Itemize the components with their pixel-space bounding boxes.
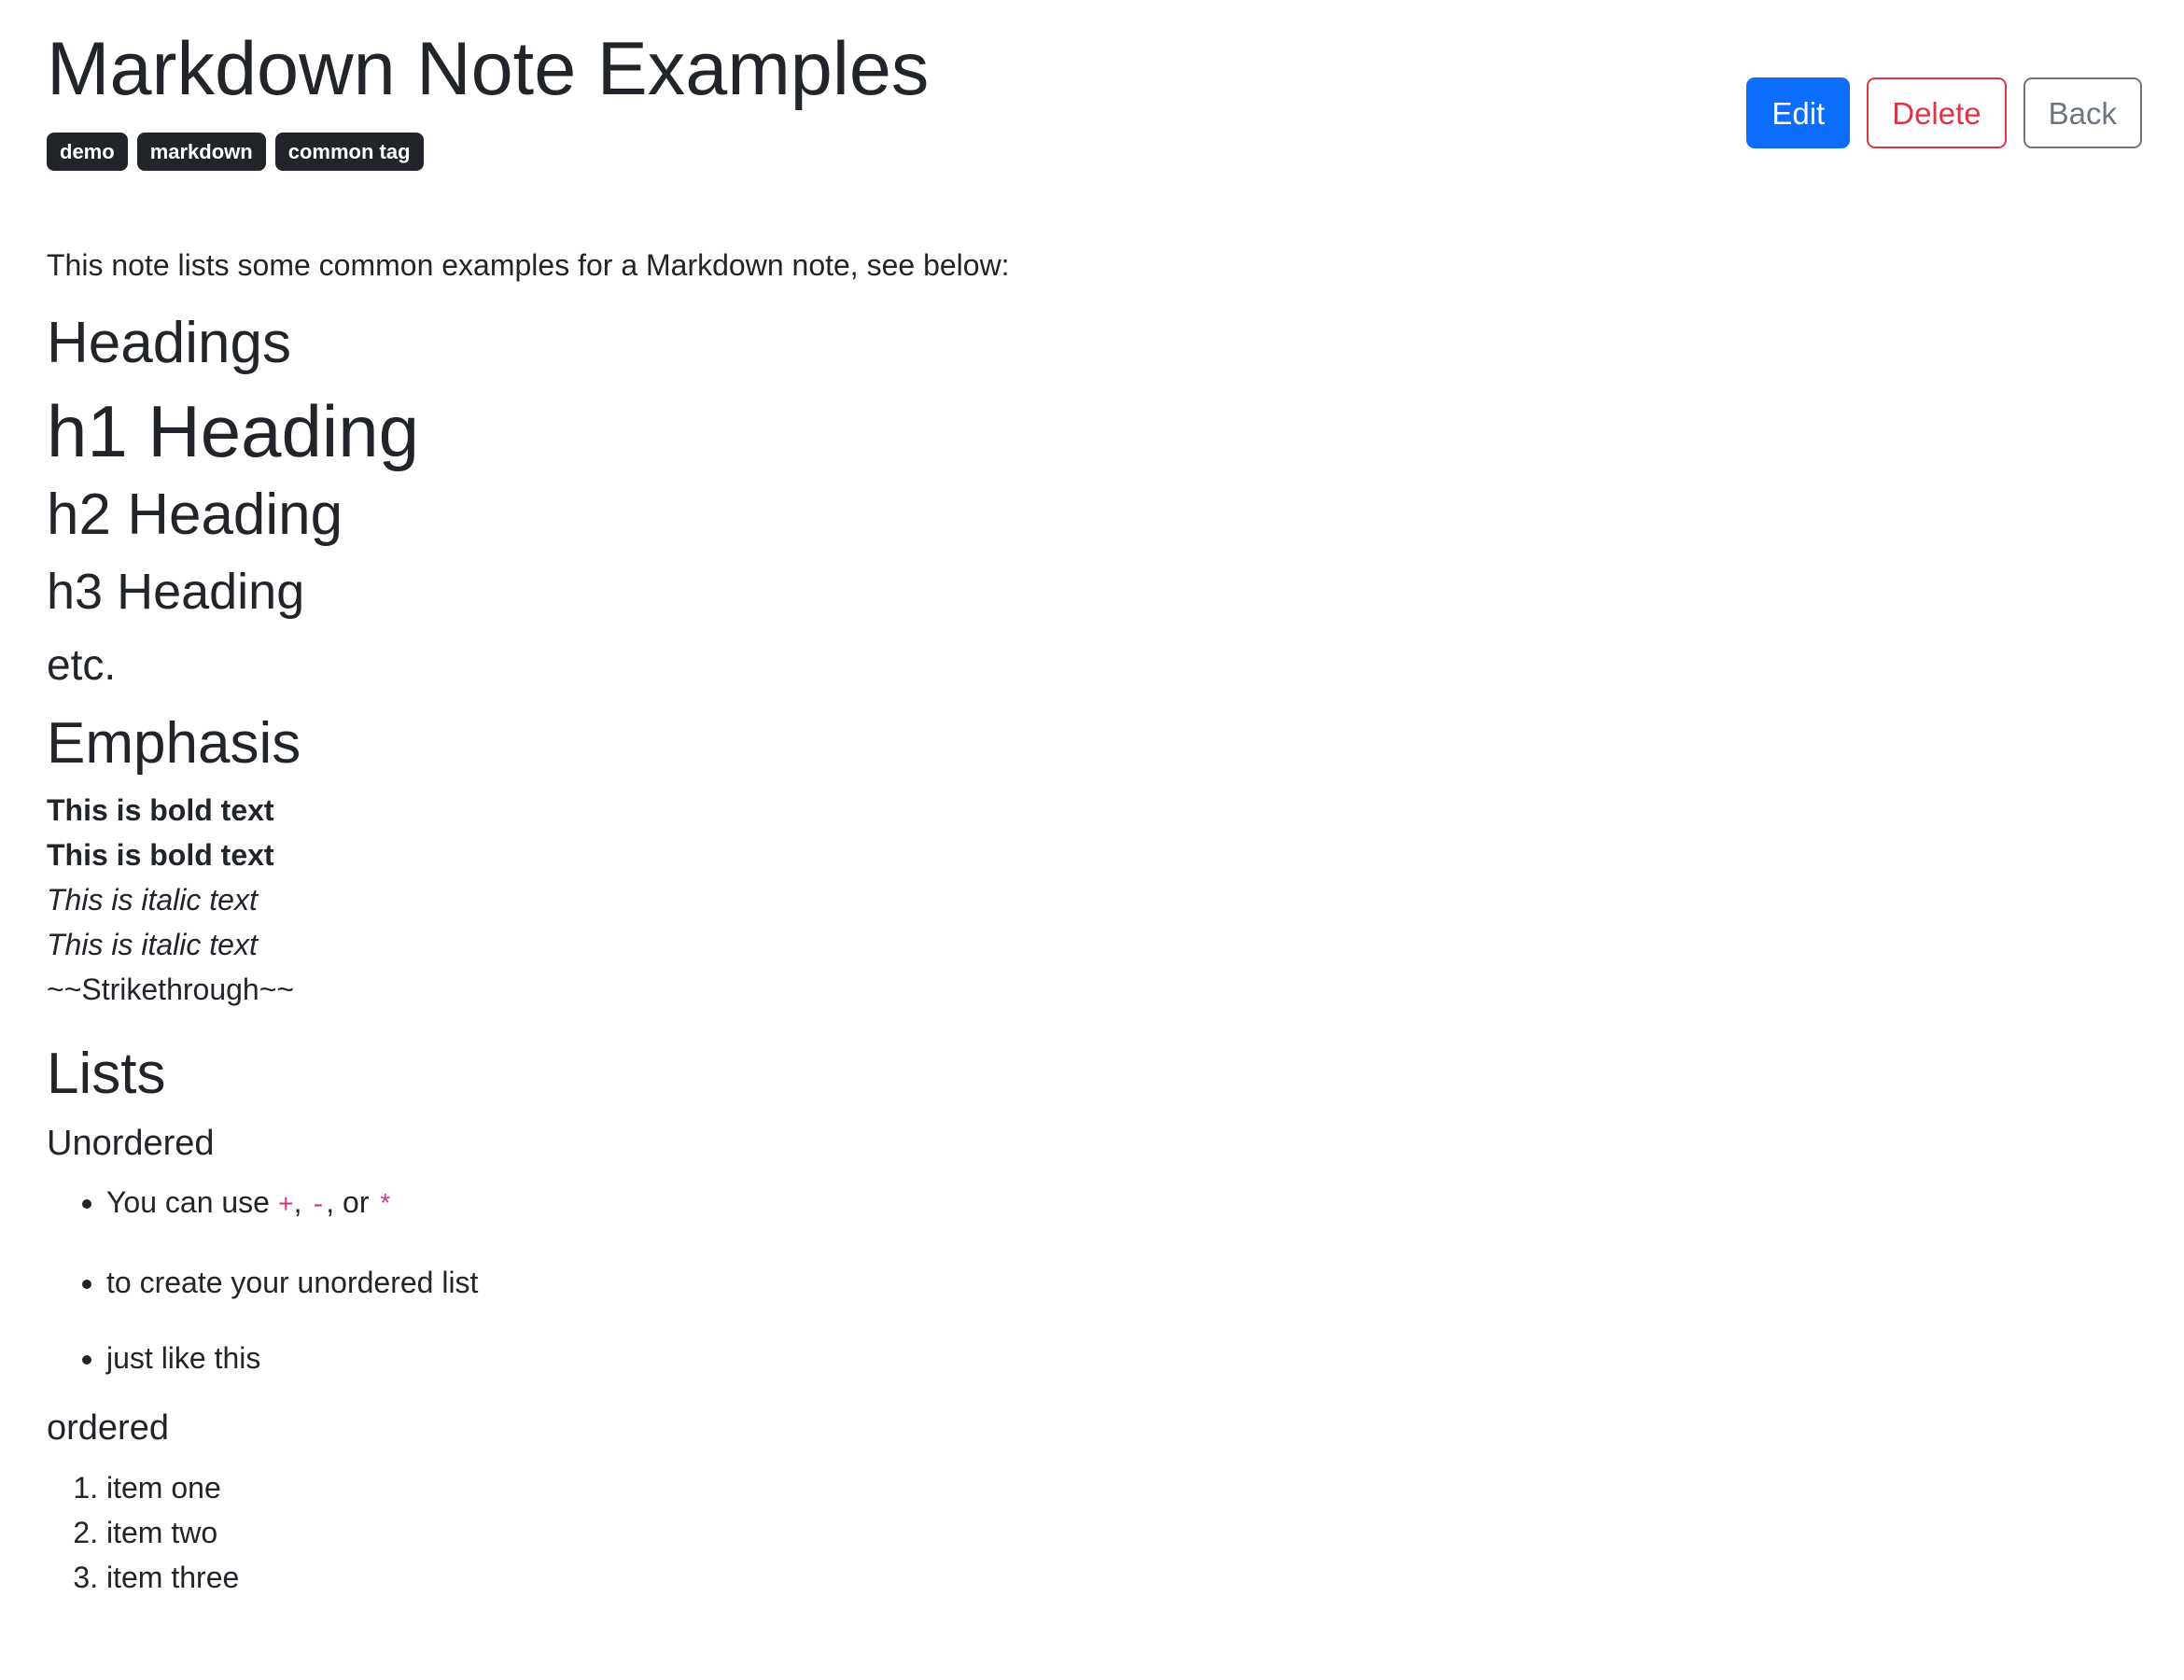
tag-badge: common tag: [274, 133, 424, 171]
separator-text: , or: [326, 1185, 378, 1220]
list-item-text: You can use: [106, 1185, 278, 1220]
bold-text: This is bold text: [47, 838, 274, 873]
list-item: item three: [106, 1555, 2142, 1600]
intro-text: This note lists some common examples for…: [47, 248, 1010, 282]
lists-section-title: Lists: [47, 1042, 166, 1107]
page-title: Markdown Note Examples: [47, 27, 930, 111]
back-button[interactable]: Back: [2023, 77, 2142, 148]
unordered-heading: Unordered: [47, 1123, 215, 1163]
ordered-list: item one item two item three: [47, 1465, 2142, 1600]
code-plus: +: [277, 1192, 294, 1222]
ordered-heading: ordered: [47, 1408, 169, 1449]
h1-example: h1 Heading: [47, 389, 419, 472]
separator-text: ,: [293, 1185, 311, 1220]
strikethrough-text: ~~Strikethrough~~: [47, 973, 295, 1007]
note-actions: Edit Delete Back: [1746, 77, 2142, 148]
code-star: *: [377, 1192, 394, 1222]
code-minus: -: [310, 1192, 327, 1222]
headings-section-title: Headings: [47, 311, 291, 376]
delete-button[interactable]: Delete: [1867, 77, 2007, 148]
tag-badge: markdown: [136, 133, 266, 171]
note-page: Markdown Note Examples demo markdown com…: [47, 0, 2142, 1600]
tag-badge: demo: [47, 133, 128, 171]
note-header: Markdown Note Examples demo markdown com…: [47, 0, 2142, 173]
etc-text: etc.: [47, 639, 117, 689]
list-item: to create your unordered list: [106, 1260, 2142, 1305]
h2-example: h2 Heading: [47, 483, 343, 548]
list-item: item two: [106, 1510, 2142, 1555]
emphasis-section-title: Emphasis: [47, 710, 301, 776]
note-content: This note lists some common examples for…: [47, 247, 2142, 1600]
list-item: You can use +, -, or *: [106, 1180, 2142, 1229]
list-item: item one: [106, 1465, 2142, 1510]
h3-example: h3 Heading: [47, 563, 305, 620]
tag-list: demo markdown common tag: [47, 133, 424, 171]
edit-button[interactable]: Edit: [1746, 77, 1851, 148]
bold-text: This is bold text: [47, 793, 274, 828]
italic-text: This is italic text: [47, 928, 258, 962]
unordered-list: You can use +, -, or * to create your un…: [47, 1180, 2142, 1380]
italic-text: This is italic text: [47, 883, 258, 917]
list-item: just like this: [106, 1336, 2142, 1380]
